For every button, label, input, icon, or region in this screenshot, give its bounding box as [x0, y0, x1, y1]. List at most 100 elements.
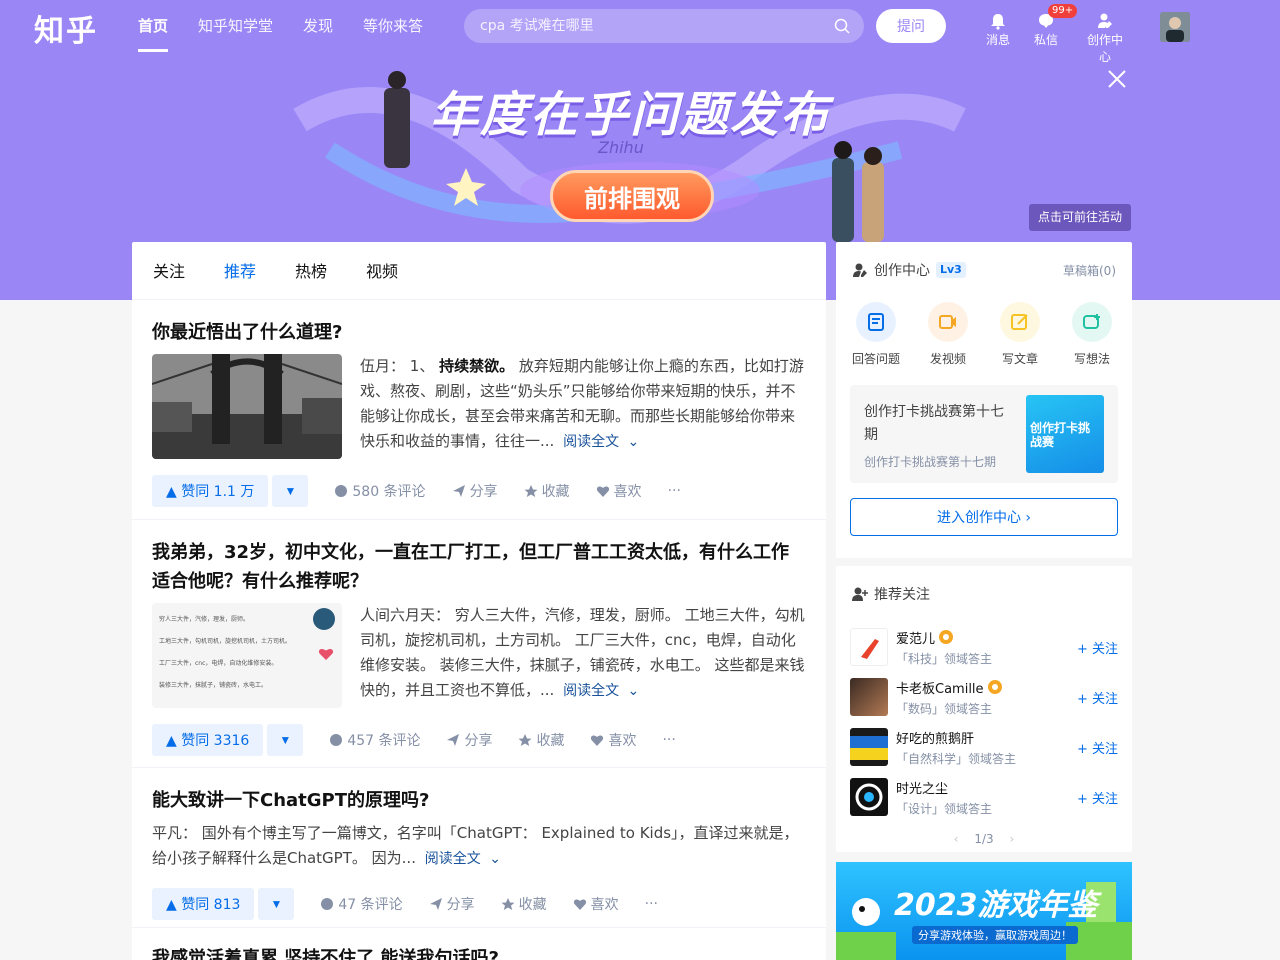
- ask-button[interactable]: 提问: [876, 9, 946, 43]
- chevron-right-icon[interactable]: ›: [1009, 832, 1014, 846]
- tool-write-article[interactable]: 写文章: [994, 302, 1046, 367]
- creator-center-panel: 创作中心 Lv3 草稿箱(0) 回答问题 发视频 写文章 写想法 创作打卡挑战赛…: [836, 242, 1132, 558]
- card-excerpt[interactable]: 伍月： 1、 持续禁欲。 放弃短期内能够让你上瘾的东西，比如打游戏、熬夜、刷剧，…: [360, 354, 806, 459]
- chevron-down-icon[interactable]: ⌄: [485, 851, 501, 867]
- chevron-left-icon[interactable]: ‹: [954, 832, 959, 846]
- recommend-user-row[interactable]: 爱范儿 「科技」领域答主 + 关注: [836, 622, 1132, 672]
- share-button[interactable]: 分享: [429, 894, 475, 914]
- comment-icon: [321, 898, 334, 910]
- game-yearbook-banner[interactable]: 2023游戏年鉴 分享游戏体验，赢取游戏周边！: [836, 862, 1132, 960]
- chevron-down-icon[interactable]: ⌄: [623, 434, 640, 450]
- comment-button[interactable]: 47 条评论: [320, 894, 403, 914]
- read-more-link[interactable]: 阅读全文: [563, 683, 619, 699]
- nav-discover[interactable]: 发现: [303, 0, 333, 52]
- favorite-button[interactable]: 收藏: [524, 481, 570, 501]
- thumb-line: 工厂三大件，cnc，电焊，自动化维修安装。: [159, 660, 278, 667]
- like-button[interactable]: 喜欢: [596, 481, 642, 501]
- enter-creator-center-button[interactable]: 进入创作中心 ›: [850, 498, 1118, 536]
- tool-write-thought[interactable]: 写想法: [1066, 302, 1118, 367]
- card-actions: ▲ 赞同 813 ▼ 47 条评论 分享 收藏 喜欢 ···: [152, 888, 806, 920]
- user-name[interactable]: 时光之尘: [896, 778, 948, 797]
- tab-hot[interactable]: 热榜: [295, 242, 327, 299]
- more-button[interactable]: ···: [662, 732, 675, 748]
- upvote-button[interactable]: ▲ 赞同 813: [152, 888, 255, 920]
- downvote-button[interactable]: ▼: [258, 888, 295, 920]
- follow-button[interactable]: + 关注: [1077, 738, 1118, 757]
- level-badge: Lv3: [936, 262, 966, 278]
- thumbnail-text: 穷人三大件，汽修，理发，厨师。 工地三大件，勾机司机，旋挖机司机，土方司机。 工…: [159, 609, 309, 697]
- read-more-link[interactable]: 阅读全文: [563, 434, 619, 450]
- nav-home[interactable]: 首页: [138, 0, 169, 52]
- downvote-button[interactable]: ▼: [267, 724, 304, 756]
- upvote-button[interactable]: ▲ 赞同 3316: [152, 724, 264, 756]
- comment-button[interactable]: 580 条评论: [334, 481, 426, 501]
- user-name[interactable]: 好吃的煎鹅肝: [896, 728, 974, 747]
- tool-label: 回答问题: [851, 352, 900, 366]
- follow-button[interactable]: + 关注: [1077, 638, 1118, 657]
- more-icon: ···: [644, 896, 659, 912]
- messages-button[interactable]: 消息: [976, 12, 1020, 48]
- zhihu-logo[interactable]: 知乎: [34, 6, 98, 50]
- favorite-button[interactable]: 收藏: [501, 894, 547, 914]
- share-button[interactable]: 分享: [446, 730, 492, 750]
- card-thumbnail[interactable]: [152, 354, 342, 459]
- card-thumbnail[interactable]: 穷人三大件，汽修，理发，厨师。 工地三大件，勾机司机，旋挖机司机，土方司机。 工…: [152, 603, 342, 708]
- card-excerpt[interactable]: 平凡： 国外有个博主写了一篇博文，名字叫「ChatGPT： Explained …: [152, 821, 806, 872]
- user-avatar[interactable]: [850, 778, 888, 816]
- excerpt-bold: 持续禁欲。: [439, 357, 515, 375]
- follow-button[interactable]: + 关注: [1077, 688, 1118, 707]
- more-button[interactable]: ···: [668, 483, 681, 499]
- feed-card: 能大致讲一下ChatGPT的原理吗? 平凡： 国外有个博主写了一篇博文，名字叫「…: [132, 768, 826, 928]
- tool-answer-question[interactable]: 回答问题: [850, 302, 902, 367]
- tool-post-video[interactable]: 发视频: [922, 302, 974, 367]
- banner-watch-button[interactable]: 前排围观: [550, 170, 714, 222]
- user-avatar[interactable]: [1160, 12, 1190, 42]
- nav-zhixuetang[interactable]: 知乎知学堂: [198, 0, 273, 52]
- card-title[interactable]: 能大致讲一下ChatGPT的原理吗?: [152, 786, 806, 815]
- recommend-user-row[interactable]: 卡老板Camille 「数码」领域答主 + 关注: [836, 672, 1132, 722]
- star-icon: [501, 898, 515, 910]
- card-title[interactable]: 我弟弟，32岁，初中文化，一直在工厂打工，但工厂普工工资太低，有什么工作适合他呢…: [152, 538, 806, 596]
- like-button[interactable]: 喜欢: [590, 730, 636, 750]
- user-avatar[interactable]: [850, 678, 888, 716]
- banner-activity-link[interactable]: 点击可前往活动: [1029, 204, 1131, 231]
- more-button[interactable]: ···: [645, 896, 658, 912]
- nav-waiting-answers[interactable]: 等你来答: [363, 0, 423, 52]
- card-excerpt[interactable]: 人间六月天： 穷人三大件，汽修，理发，厨师。 工地三大件，勾机司机，旋挖机司机，…: [360, 603, 806, 708]
- upvote-button[interactable]: ▲ 赞同 1.1 万: [152, 475, 269, 507]
- direct-messages-button[interactable]: 99+ 私信: [1024, 4, 1078, 48]
- close-icon[interactable]: [1106, 68, 1128, 90]
- tab-follow[interactable]: 关注: [153, 242, 185, 299]
- recommend-user-row[interactable]: 好吃的煎鹅肝 「自然科学」领域答主 + 关注: [836, 722, 1132, 772]
- user-name[interactable]: 爱范儿: [896, 628, 935, 647]
- drafts-link[interactable]: 草稿箱(0): [1063, 262, 1116, 279]
- search-input[interactable]: [464, 9, 804, 43]
- card-actions: ▲ 赞同 1.1 万 ▼ 580 条评论 分享 收藏 喜欢 ···: [152, 475, 806, 507]
- downvote-button[interactable]: ▼: [272, 475, 309, 507]
- user-name[interactable]: 卡老板Camille: [896, 678, 984, 697]
- like-button[interactable]: 喜欢: [573, 894, 619, 914]
- thumb-line: 穷人三大件，汽修，理发，厨师。: [159, 616, 250, 623]
- card-title[interactable]: 你最近悟出了什么道理?: [152, 318, 806, 347]
- favorite-button[interactable]: 收藏: [518, 730, 564, 750]
- search-icon[interactable]: [834, 18, 850, 34]
- follow-button[interactable]: + 关注: [1077, 788, 1118, 807]
- user-avatar[interactable]: [850, 628, 888, 666]
- answer-icon: [856, 302, 896, 342]
- recommend-user-row[interactable]: 时光之尘 「设计」领域答主 + 关注: [836, 772, 1132, 822]
- creator-promo-card[interactable]: 创作打卡挑战赛第十七期 创作打卡挑战赛第十七期 创作打卡挑战赛: [850, 385, 1118, 483]
- tab-recommend[interactable]: 推荐: [224, 242, 256, 299]
- dm-label: 私信: [1033, 33, 1058, 47]
- read-more-link[interactable]: 阅读全文: [425, 851, 481, 867]
- share-button[interactable]: 分享: [452, 481, 498, 501]
- like-label: 喜欢: [590, 897, 619, 913]
- comment-button[interactable]: 457 条评论: [329, 730, 420, 750]
- card-title[interactable]: 我感觉活着真累 坚持不住了 能送我句话吗?: [152, 944, 806, 960]
- comment-label: 47 条评论: [338, 897, 403, 913]
- chevron-down-icon[interactable]: ⌄: [623, 683, 640, 699]
- creator-center-button[interactable]: 创作中心: [1082, 12, 1128, 65]
- tab-video[interactable]: 视频: [366, 242, 398, 299]
- user-avatar[interactable]: [850, 728, 888, 766]
- user-desc: 「自然科学」领域答主: [896, 751, 1017, 766]
- triangle-down-icon: ▼: [270, 897, 283, 911]
